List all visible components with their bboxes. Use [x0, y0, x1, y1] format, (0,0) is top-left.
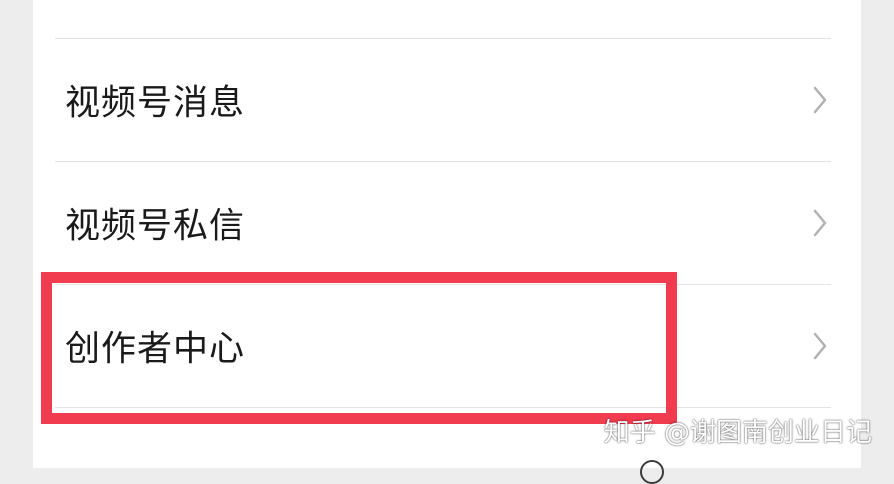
menu-item-channels-messages[interactable]: 视频号消息 — [33, 39, 861, 161]
chevron-right-icon — [813, 86, 827, 114]
partial-circle-icon — [640, 460, 664, 484]
menu-item-channels-private-messages[interactable]: 视频号私信 — [33, 162, 861, 284]
background-right — [861, 0, 894, 468]
settings-panel: 视频号消息 视频号私信 创作者中心 — [33, 0, 861, 468]
watermark: 知乎 @谢图南创业日记 — [603, 418, 872, 448]
chevron-right-icon — [813, 209, 827, 237]
menu-item-creator-center[interactable]: 创作者中心 — [33, 285, 861, 407]
chevron-right-icon — [813, 332, 827, 360]
background-left — [0, 0, 33, 468]
divider — [55, 407, 831, 408]
menu-item-label: 视频号消息 — [65, 83, 246, 124]
menu-item-label: 创作者中心 — [65, 329, 246, 370]
menu-item-label: 视频号私信 — [65, 206, 246, 247]
